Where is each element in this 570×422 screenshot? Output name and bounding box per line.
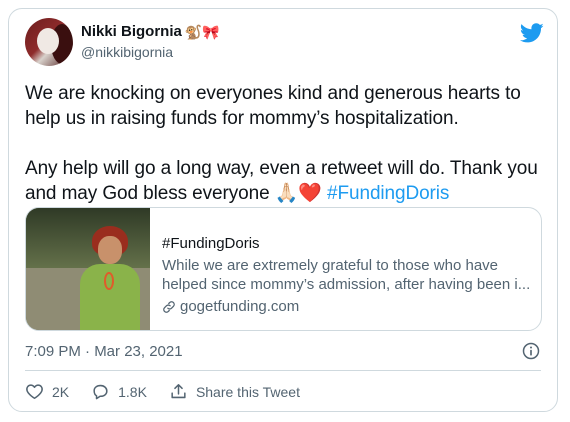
display-name-row[interactable]: Nikki Bigornia 🐒🎀 <box>81 22 220 41</box>
link-preview-title: #FundingDoris <box>162 235 260 252</box>
avatar[interactable] <box>25 18 73 66</box>
share-icon <box>171 384 186 399</box>
tweet-text: We are knocking on everyones kind and ge… <box>25 81 545 206</box>
prayer-emoji: 🙏🏻 <box>274 183 299 204</box>
heart-icon <box>26 384 43 399</box>
tweet-card[interactable]: Nikki Bigornia 🐒🎀 @nikkibigornia We are … <box>8 8 558 412</box>
heart-emoji: ❤️ <box>298 183 322 204</box>
link-preview-domain: gogetfunding.com <box>180 298 300 315</box>
reply-icon <box>93 384 108 400</box>
hashtag-link[interactable]: #FundingDoris <box>327 183 449 204</box>
link-preview-description: While we are extremely grateful to those… <box>162 257 531 293</box>
link-icon <box>163 300 175 313</box>
info-icon[interactable] <box>521 341 541 361</box>
user-info: Nikki Bigornia 🐒🎀 @nikkibigornia <box>81 22 220 61</box>
display-name[interactable]: Nikki Bigornia <box>81 22 182 41</box>
link-preview-domain-row: gogetfunding.com <box>162 297 534 316</box>
link-preview-info: #FundingDoris While we are extremely gra… <box>162 234 534 316</box>
link-preview-card[interactable]: #FundingDoris While we are extremely gra… <box>25 207 542 331</box>
tweet-text-line1: We are knocking on everyones kind and ge… <box>25 83 521 129</box>
share-label: Share this Tweet <box>195 383 300 400</box>
tweet-timestamp[interactable]: 7:09 PM · Mar 23, 2021 <box>25 343 183 360</box>
share-button[interactable]: Share this Tweet <box>169 382 300 401</box>
like-button[interactable]: 2K <box>25 382 69 401</box>
like-count: 2K <box>52 383 70 400</box>
reply-button[interactable]: 1.8K <box>91 382 147 401</box>
name-emojis: 🐒🎀 <box>184 23 220 40</box>
actions-divider <box>25 370 541 371</box>
link-preview-thumbnail[interactable] <box>26 208 150 330</box>
user-handle[interactable]: @nikkibigornia <box>81 43 220 61</box>
twitter-bird-icon[interactable] <box>520 21 544 45</box>
tweet-actions: 2K 1.8K Share this Tweet <box>25 382 322 401</box>
reply-count: 1.8K <box>118 383 147 400</box>
